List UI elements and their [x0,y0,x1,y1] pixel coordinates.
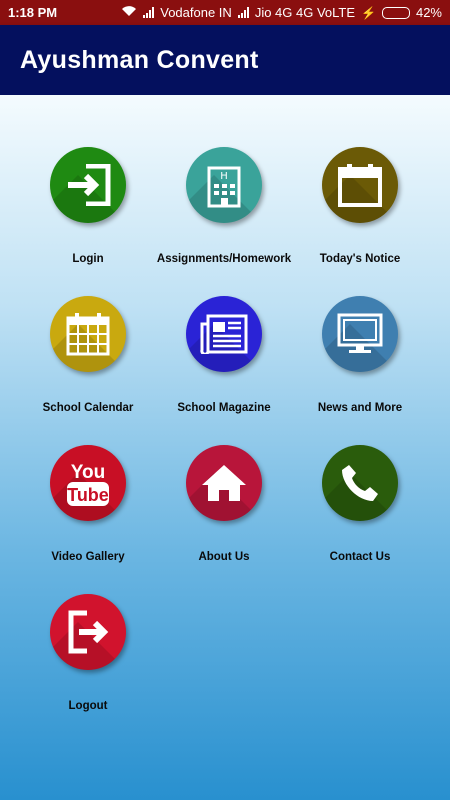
menu-label: Logout [68,700,108,712]
signal-icon [143,7,155,18]
app-bar: Ayushman Convent [0,25,450,95]
svg-text:Tube: Tube [67,485,109,505]
menu-label: Contact Us [329,551,391,563]
menu-item-video-gallery[interactable]: You Tube Video Gallery [20,445,156,594]
menu-item-news-and-more[interactable]: News and More [292,296,428,445]
menu-label: Login [72,253,104,265]
menu-item-assignments[interactable]: H Assignments/Homework [156,147,292,296]
menu-item-about-us[interactable]: About Us [156,445,292,594]
wifi-icon [121,5,137,20]
youtube-icon: You Tube [50,445,126,521]
menu-item-contact-us[interactable]: Contact Us [292,445,428,594]
svg-text:You: You [71,462,105,483]
menu-label: Today's Notice [319,253,401,265]
carrier-name: Vodafone IN [160,5,232,20]
login-icon [50,147,126,223]
menu-grid: Login H Assignments/Homework Today's Not… [20,147,430,743]
menu-label: About Us [198,551,250,563]
charging-icon: ⚡ [361,5,376,20]
monitor-icon [322,296,398,372]
svg-text:H: H [220,171,228,182]
logout-icon [50,594,126,670]
menu-label: Video Gallery [51,551,125,563]
newspaper-icon [186,296,262,372]
phone-icon [322,445,398,521]
menu-label: School Calendar [42,402,134,414]
dashboard: Login H Assignments/Homework Today's Not… [0,95,450,800]
menu-item-school-calendar[interactable]: School Calendar [20,296,156,445]
calendar-grid-icon [50,296,126,372]
menu-item-login[interactable]: Login [20,147,156,296]
menu-label: News and More [317,402,403,414]
menu-item-todays-notice[interactable]: Today's Notice [292,147,428,296]
building-icon: H [186,147,262,223]
battery-icon [381,6,410,19]
menu-item-school-magazine[interactable]: School Magazine [156,296,292,445]
menu-label: Assignments/Homework [156,253,292,265]
status-bar: 1:18 PM Vodafone IN Jio 4G 4G VoLTE ⚡ 42… [0,0,450,25]
battery-percent: 42% [415,5,442,20]
carrier-name-2: Jio 4G 4G VoLTE [254,5,356,20]
calendar-icon [322,147,398,223]
signal-icon-2 [237,7,249,18]
home-icon [186,445,262,521]
app-title: Ayushman Convent [20,45,259,74]
menu-label: School Magazine [177,402,271,414]
menu-item-logout[interactable]: Logout [20,594,156,743]
status-time: 1:18 PM [8,5,58,20]
